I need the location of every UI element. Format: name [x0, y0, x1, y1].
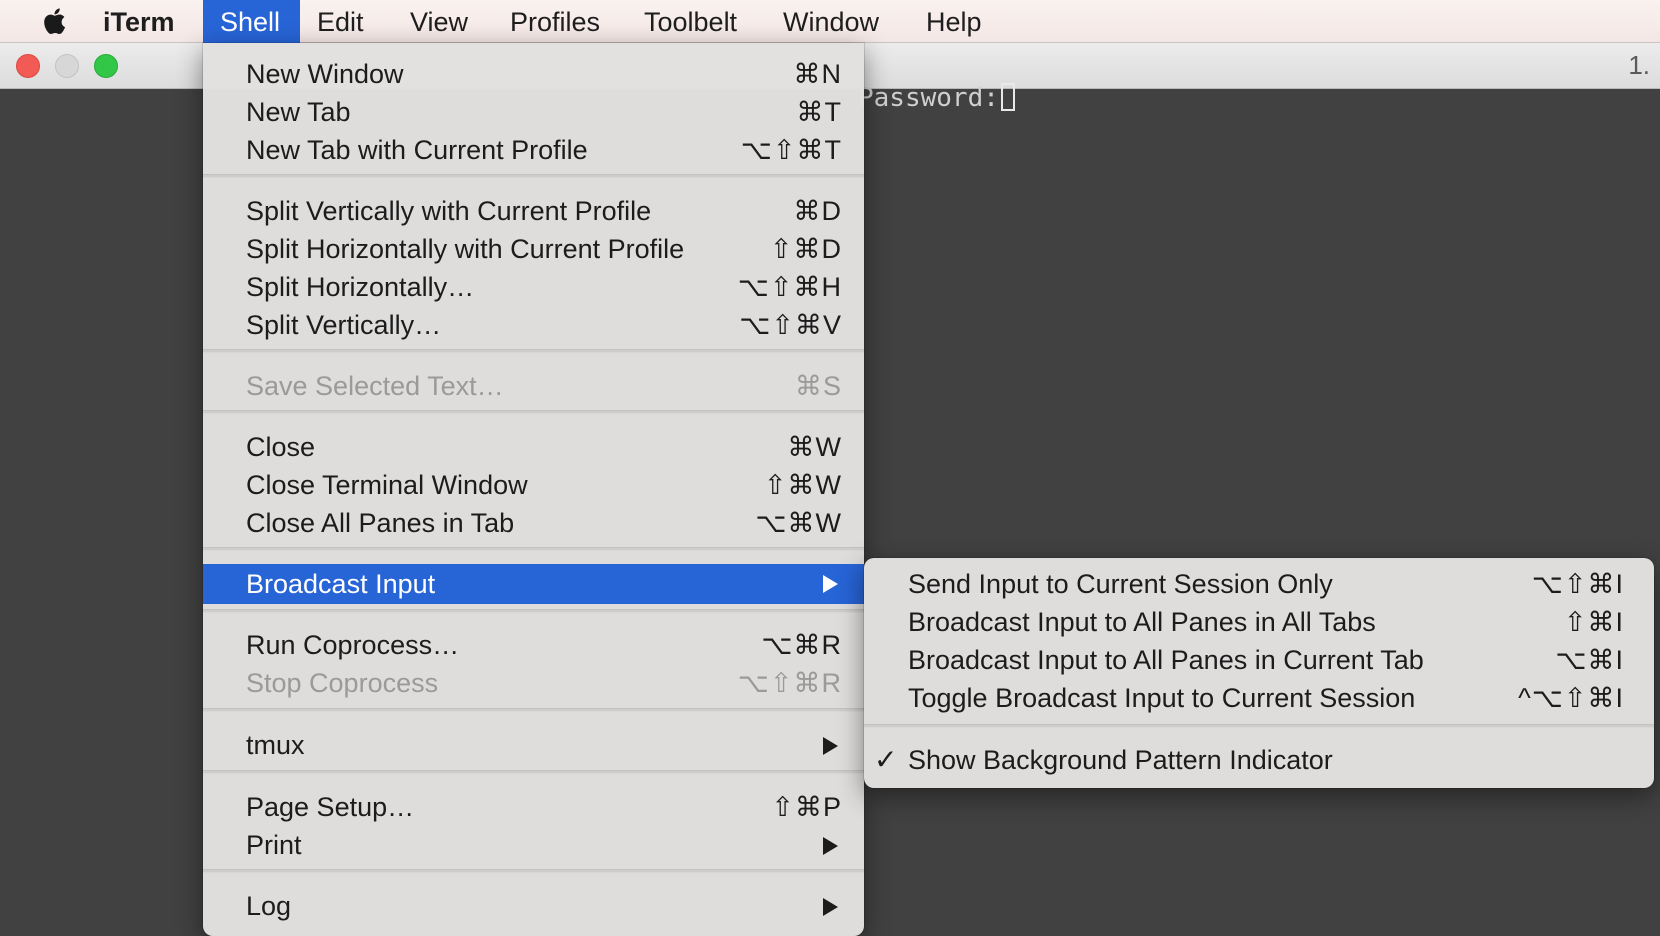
- menu-item-shortcut: ⌥⇧⌘V: [739, 310, 842, 340]
- menu-separator: [203, 349, 864, 353]
- menu-item-label: Page Setup…: [246, 792, 415, 822]
- menu-item-label: New Window: [246, 59, 404, 89]
- submenu-item-broadcast-current-tab[interactable]: Broadcast Input to All Panes in Current …: [864, 641, 1654, 679]
- menu-item-label: Split Vertically…: [246, 310, 442, 340]
- menubar-help[interactable]: Help: [909, 0, 999, 43]
- chevron-right-icon: [823, 837, 838, 855]
- apple-logo-icon[interactable]: [38, 4, 72, 38]
- menubar-edit[interactable]: Edit: [300, 0, 381, 43]
- menubar-toolbelt[interactable]: Toolbelt: [627, 0, 754, 43]
- menu-item-label: Save Selected Text…: [246, 371, 504, 401]
- menu-separator: [203, 609, 864, 613]
- menu-item-shortcut: ⇧⌘D: [769, 234, 842, 264]
- menu-separator: [203, 869, 864, 873]
- menu-item-label: Send Input to Current Session Only: [908, 569, 1333, 599]
- menu-item-shortcut: ⇧⌘I: [1563, 607, 1624, 637]
- menu-item-split-vertically[interactable]: Split Vertically… ⌥⇧⌘V: [203, 306, 864, 344]
- menu-item-label: New Tab: [246, 97, 351, 127]
- menu-item-stop-coprocess: Stop Coprocess ⌥⇧⌘R: [203, 664, 864, 702]
- menu-item-shortcut: ⌘T: [796, 97, 842, 127]
- menu-item-label: Close: [246, 432, 316, 462]
- menu-item-label: Log: [246, 891, 292, 921]
- chevron-right-icon: [823, 737, 838, 755]
- menu-item-label: Broadcast Input to All Panes in All Tabs: [908, 607, 1376, 637]
- menu-item-shortcut: ⌘W: [787, 432, 842, 462]
- menu-item-tmux[interactable]: tmux: [203, 726, 864, 764]
- window-minimize-button[interactable]: [55, 54, 79, 78]
- menu-item-label: Show Background Pattern Indicator: [908, 745, 1333, 775]
- menu-item-shortcut: ⇧⌘W: [763, 470, 842, 500]
- menu-item-label: Stop Coprocess: [246, 668, 439, 698]
- menu-item-close[interactable]: Close ⌘W: [203, 428, 864, 466]
- terminal-prompt-text: Password:: [858, 83, 999, 113]
- menu-item-close-all-panes[interactable]: Close All Panes in Tab ⌥⌘W: [203, 504, 864, 542]
- menu-item-shortcut: ^⌥⇧⌘I: [1518, 683, 1624, 713]
- menu-bar: iTerm Shell Edit View Profiles Toolbelt …: [0, 0, 1660, 43]
- menubar-view[interactable]: View: [393, 0, 485, 43]
- menu-item-label: Split Horizontally with Current Profile: [246, 234, 685, 264]
- menubar-window[interactable]: Window: [766, 0, 896, 43]
- menu-item-new-tab-current-profile[interactable]: New Tab with Current Profile ⌥⇧⌘T: [203, 131, 864, 169]
- menu-item-label: Broadcast Input to All Panes in Current …: [908, 645, 1424, 675]
- menubar-profiles[interactable]: Profiles: [493, 0, 617, 43]
- menu-item-save-selected-text: Save Selected Text… ⌘S: [203, 367, 864, 405]
- menu-item-shortcut: ⌘N: [793, 59, 842, 89]
- menu-separator: [864, 724, 1654, 728]
- menu-separator: [203, 174, 864, 178]
- menu-separator: [203, 410, 864, 414]
- menu-item-shortcut: ⌥⇧⌘I: [1531, 569, 1624, 599]
- chevron-right-icon: [823, 898, 838, 916]
- menu-separator: [203, 547, 864, 551]
- menu-item-shortcut: ⌥⇧⌘H: [737, 272, 842, 302]
- menu-item-label: New Tab with Current Profile: [246, 135, 588, 165]
- chevron-right-icon: [823, 575, 838, 593]
- menu-item-label: Broadcast Input: [246, 569, 436, 599]
- menu-item-new-tab[interactable]: New Tab ⌘T: [203, 93, 864, 131]
- menu-separator: [203, 708, 864, 712]
- submenu-item-toggle-broadcast[interactable]: Toggle Broadcast Input to Current Sessio…: [864, 679, 1654, 717]
- menu-item-label: Split Horizontally…: [246, 272, 475, 302]
- menu-item-close-terminal-window[interactable]: Close Terminal Window ⇧⌘W: [203, 466, 864, 504]
- menu-item-log[interactable]: Log: [203, 887, 864, 925]
- terminal-cursor: [1000, 83, 1015, 111]
- menu-item-label: Toggle Broadcast Input to Current Sessio…: [908, 683, 1416, 713]
- menu-item-split-horizontally-current-profile[interactable]: Split Horizontally with Current Profile …: [203, 230, 864, 268]
- menu-item-new-window[interactable]: New Window ⌘N: [203, 55, 864, 93]
- menu-item-split-horizontally[interactable]: Split Horizontally… ⌥⇧⌘H: [203, 268, 864, 306]
- menu-item-run-coprocess[interactable]: Run Coprocess… ⌥⌘R: [203, 626, 864, 664]
- menu-item-shortcut: ⌥⌘I: [1555, 645, 1624, 675]
- menu-item-shortcut: ⌥⌘W: [755, 508, 842, 538]
- menu-separator: [203, 770, 864, 774]
- menu-item-shortcut: ⌥⌘R: [761, 630, 842, 660]
- window-zoom-button[interactable]: [94, 54, 118, 78]
- screen: iTerm Shell Edit View Profiles Toolbelt …: [0, 0, 1660, 936]
- menu-item-shortcut: ⌥⇧⌘R: [737, 668, 842, 698]
- menu-item-label: Print: [246, 830, 302, 860]
- check-mark-icon: ✓: [874, 744, 898, 775]
- menu-item-shortcut: ⌘D: [793, 196, 842, 226]
- menu-item-label: tmux: [246, 730, 305, 760]
- menu-item-shortcut: ⇧⌘P: [771, 792, 842, 822]
- terminal-output[interactable]: Password:: [858, 80, 1015, 116]
- menu-item-shortcut: ⌥⇧⌘T: [740, 135, 842, 165]
- menubar-app-iterm[interactable]: iTerm: [86, 0, 192, 43]
- menu-item-page-setup[interactable]: Page Setup… ⇧⌘P: [203, 788, 864, 826]
- submenu-item-broadcast-all-tabs[interactable]: Broadcast Input to All Panes in All Tabs…: [864, 603, 1654, 641]
- menu-item-label: Close All Panes in Tab: [246, 508, 515, 538]
- menu-item-label: Run Coprocess…: [246, 630, 460, 660]
- menu-item-print[interactable]: Print: [203, 826, 864, 864]
- menubar-shell[interactable]: Shell: [203, 0, 300, 43]
- menu-item-label: Close Terminal Window: [246, 470, 528, 500]
- window-close-button[interactable]: [16, 54, 40, 78]
- menu-item-label: Split Vertically with Current Profile: [246, 196, 652, 226]
- shell-menu: New Window ⌘N New Tab ⌘T New Tab with Cu…: [203, 43, 864, 936]
- broadcast-input-submenu: Send Input to Current Session Only ⌥⇧⌘I …: [864, 558, 1654, 788]
- menu-item-split-vertically-current-profile[interactable]: Split Vertically with Current Profile ⌘D: [203, 192, 864, 230]
- submenu-item-send-input-current-session[interactable]: Send Input to Current Session Only ⌥⇧⌘I: [864, 565, 1654, 603]
- tab-number-label: 1.: [1628, 50, 1650, 80]
- submenu-item-show-background-pattern[interactable]: ✓ Show Background Pattern Indicator: [864, 741, 1654, 779]
- menu-item-shortcut: ⌘S: [794, 371, 842, 401]
- menu-item-broadcast-input[interactable]: Broadcast Input: [203, 564, 864, 604]
